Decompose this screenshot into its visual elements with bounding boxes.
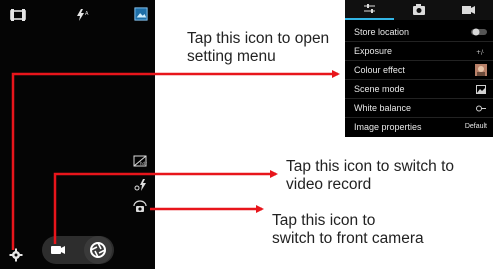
settings-tab-bar	[345, 0, 493, 20]
svg-text:+/-: +/-	[476, 49, 484, 56]
setting-label: Scene mode	[354, 84, 405, 94]
shutter-icon	[90, 242, 106, 258]
video-icon	[462, 6, 475, 14]
setting-label: Image properties	[354, 122, 422, 132]
video-camera-icon	[51, 246, 65, 254]
tab-video-settings[interactable]	[443, 0, 492, 20]
flash-icon[interactable]	[134, 178, 148, 192]
exposure-icon: +/-	[476, 49, 484, 56]
callout-line: Tap this icon to open	[187, 30, 330, 47]
camera-viewfinder: A hdr	[0, 0, 155, 269]
settings-gear-icon[interactable]	[9, 248, 23, 262]
callout-line: Tap this icon to	[272, 212, 376, 229]
setting-row-scene-mode[interactable]: Scene mode	[345, 80, 493, 99]
setting-value: Default	[464, 123, 487, 130]
setting-row-exposure[interactable]: Exposure +/-	[345, 42, 493, 61]
video-record-button[interactable]	[44, 236, 72, 264]
camera-icon	[413, 4, 425, 15]
switch-camera-icon[interactable]	[131, 200, 149, 214]
gallery-icon[interactable]	[133, 7, 149, 21]
setting-row-image-properties[interactable]: Image properties Default	[345, 118, 493, 137]
effect-thumbnail-icon	[475, 64, 487, 76]
callout-line: Tap this icon to switch to	[286, 158, 454, 175]
settings-menu: Store location Exposure +/- Colour effec…	[345, 0, 493, 137]
callout-video-record: Tap this icon to switch to video record	[286, 158, 454, 194]
panorama-icon[interactable]	[10, 8, 26, 22]
scene-icon	[476, 85, 486, 94]
shutter-button[interactable]	[84, 236, 112, 264]
flash-auto-icon[interactable]: A	[74, 8, 90, 22]
instruction-figure: A hdr Store location Exposure +/ Colour …	[0, 0, 493, 269]
hdr-icon[interactable]: hdr	[133, 155, 147, 167]
callout-settings-menu: Tap this icon to open setting menu	[187, 30, 329, 66]
setting-label: Store location	[354, 27, 410, 37]
tab-general-settings[interactable]	[345, 0, 394, 20]
sliders-icon	[364, 4, 375, 13]
setting-label: Colour effect	[354, 65, 405, 75]
toggle-off-icon[interactable]	[471, 28, 487, 36]
setting-row-store-location[interactable]: Store location	[345, 23, 493, 42]
callout-line: setting menu	[187, 48, 276, 65]
setting-label: Exposure	[354, 46, 393, 56]
svg-text:hdr: hdr	[140, 161, 147, 166]
wb-icon	[476, 105, 486, 112]
setting-row-colour-effect[interactable]: Colour effect	[345, 61, 493, 80]
callout-line: switch to front camera	[272, 230, 424, 247]
callout-front-camera: Tap this icon to switch to front camera	[272, 212, 424, 248]
svg-text:A: A	[85, 11, 89, 17]
setting-row-white-balance[interactable]: White balance	[345, 99, 493, 118]
callout-line: video record	[286, 176, 372, 193]
setting-label: White balance	[354, 103, 412, 113]
tab-camera-settings[interactable]	[394, 0, 443, 20]
